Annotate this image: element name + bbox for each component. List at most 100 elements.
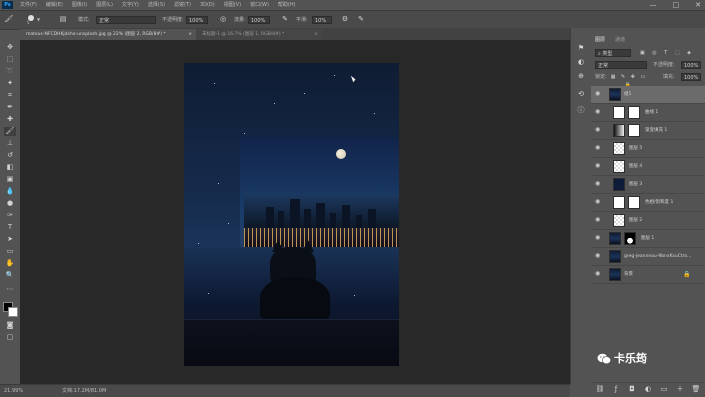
healing-tool-icon[interactable]: ✚ xyxy=(4,115,16,124)
menu-edit[interactable]: 编辑(E) xyxy=(46,0,63,10)
canvas-area[interactable] xyxy=(20,40,570,384)
zoom-tool-icon[interactable]: 🔍 xyxy=(4,271,16,280)
eye-icon[interactable]: ◉ xyxy=(595,199,601,205)
pen-tool-icon[interactable]: ✑ xyxy=(4,211,16,220)
close-icon[interactable]: × xyxy=(314,29,318,40)
airbrush-icon[interactable]: ✎ xyxy=(280,15,290,23)
brush-tool-icon[interactable]: 🖌 xyxy=(4,15,14,23)
info-icon[interactable]: ⓘ xyxy=(576,106,586,114)
stamp-tool-icon[interactable]: ⊥ xyxy=(4,139,16,148)
minimize-button[interactable]: — xyxy=(650,0,657,10)
gradient-tool-icon[interactable]: ▣ xyxy=(4,175,16,184)
hand-tool-icon[interactable]: ✋ xyxy=(4,259,16,268)
gear-icon[interactable]: ⚙ xyxy=(340,15,350,23)
tab-channels[interactable]: 通道 xyxy=(615,36,625,44)
layer-name: 背景 xyxy=(624,272,633,277)
blur-tool-icon[interactable]: 💧 xyxy=(4,187,16,196)
quick-mask-icon[interactable]: ◙ xyxy=(4,321,16,330)
layer-row[interactable]: ◉ 图层 1 xyxy=(591,230,705,248)
lock-icon[interactable]: 🔒 xyxy=(683,271,690,278)
move-tool-icon[interactable]: ✥ xyxy=(4,43,16,52)
pressure-size-icon[interactable]: ✎ xyxy=(356,15,366,23)
trash-icon[interactable]: 🗑 xyxy=(691,385,701,393)
tab-layers[interactable]: 图层 xyxy=(595,36,605,44)
opacity-field[interactable]: 100% xyxy=(186,16,208,24)
layer-row[interactable]: ◉ 组1 xyxy=(591,86,705,104)
layer-row[interactable]: ◉ 背景 🔒 xyxy=(591,266,705,284)
layer-row[interactable]: ◉ greg-jeanneau-9bnxKsuCtro... xyxy=(591,248,705,266)
eye-icon[interactable]: ◉ xyxy=(595,253,601,259)
link-icon[interactable]: ⛓ xyxy=(595,385,605,393)
magic-wand-tool-icon[interactable]: ✦ xyxy=(4,79,16,88)
new-layer-icon[interactable]: ＋ xyxy=(675,385,685,393)
menu-select[interactable]: 选择(S) xyxy=(148,0,165,10)
fx-icon[interactable]: ƒ xyxy=(611,385,621,393)
document-canvas[interactable] xyxy=(184,63,399,366)
menu-file[interactable]: 文件(F) xyxy=(20,0,37,10)
menu-3d[interactable]: 3D(D) xyxy=(200,0,215,10)
menu-window[interactable]: 窗口(W) xyxy=(250,0,269,10)
menu-image[interactable]: 图像(I) xyxy=(72,0,87,10)
eye-icon[interactable]: ◉ xyxy=(595,271,601,277)
more-tools-icon[interactable]: ⋯ xyxy=(4,285,16,294)
menu-type[interactable]: 文字(Y) xyxy=(122,0,139,10)
menu-layer[interactable]: 图层(L) xyxy=(96,0,113,10)
tab-document-1[interactable]: mateus-NFCDHKjdsho-unsplash.jpg @ 22% (图… xyxy=(20,29,196,40)
adjustment-icon[interactable]: ◐ xyxy=(643,385,653,393)
eye-icon[interactable]: ◉ xyxy=(595,127,601,133)
layer-kind-filter[interactable]: ⌕ 类型 xyxy=(595,49,631,57)
layer-row[interactable]: ◉ 色相/饱和度 1 xyxy=(591,194,705,212)
screen-mode-icon[interactable]: ▢ xyxy=(4,333,16,342)
layer-row[interactable]: ◉ 曲线 1 xyxy=(591,104,705,122)
folder-icon[interactable]: ▭ xyxy=(659,385,669,393)
layer-row[interactable]: ◉ 渐变填充 1 xyxy=(591,122,705,140)
tab-document-2[interactable]: 未标题-1 @ 16.7% (图层 1, RGB/8#) * × xyxy=(196,29,322,40)
eye-icon[interactable]: ◉ xyxy=(595,109,601,115)
shape-tool-icon[interactable]: ▭ xyxy=(4,247,16,256)
mask-icon[interactable]: ◘ xyxy=(627,385,637,393)
eye-icon[interactable]: ◉ xyxy=(595,163,601,169)
menu-view[interactable]: 视图(V) xyxy=(224,0,241,10)
marquee-tool-icon[interactable]: ⬚ xyxy=(4,55,16,64)
lasso-tool-icon[interactable]: ➰ xyxy=(4,67,16,76)
menu-help[interactable]: 帮助(H) xyxy=(278,0,296,10)
blend-mode-select[interactable]: 正常 xyxy=(595,61,647,69)
mode-select[interactable]: 正常 xyxy=(96,16,156,24)
eye-icon[interactable]: ◉ xyxy=(595,217,601,223)
history-icon[interactable]: ⟲ xyxy=(576,90,586,98)
type-tool-icon[interactable]: T xyxy=(4,223,16,232)
fill-field[interactable]: 100% xyxy=(681,73,701,81)
menu-filter[interactable]: 滤镜(T) xyxy=(174,0,191,10)
eye-icon[interactable]: ◉ xyxy=(595,145,601,151)
flow-field[interactable]: 100% xyxy=(248,16,270,24)
eye-icon[interactable]: ◉ xyxy=(595,91,601,97)
libraries-icon[interactable]: ⊕ xyxy=(576,72,586,80)
maximize-button[interactable]: □ xyxy=(673,0,680,10)
eye-icon[interactable]: ◉ xyxy=(595,235,601,241)
close-icon[interactable]: × xyxy=(188,29,192,40)
smoothing-field[interactable]: 10% xyxy=(312,16,332,24)
eyedropper-tool-icon[interactable]: ✒ xyxy=(4,103,16,112)
brush-panel-icon[interactable]: ▤ xyxy=(58,15,68,23)
layer-row[interactable]: ◉ 图层 5 xyxy=(591,140,705,158)
zoom-level[interactable]: 21.99% xyxy=(4,387,23,395)
layer-row[interactable]: ◉ 图层 2 xyxy=(591,212,705,230)
filter-icons[interactable]: ▣ ◎ T ⬚ ◈ xyxy=(637,49,697,57)
layer-name: 色相/饱和度 1 xyxy=(645,200,674,205)
layer-row[interactable]: ◉ 图层 4 xyxy=(591,158,705,176)
eraser-tool-icon[interactable]: ◧ xyxy=(4,163,16,172)
history-brush-tool-icon[interactable]: ↺ xyxy=(4,151,16,160)
properties-icon[interactable]: ⚑ xyxy=(576,44,586,52)
brush-preset-picker[interactable]: 5 ▼ xyxy=(22,14,44,25)
layer-row[interactable]: ◉ 图层 3 xyxy=(591,176,705,194)
eye-icon[interactable]: ◉ xyxy=(595,181,601,187)
adjustments-icon[interactable]: ◐ xyxy=(576,58,586,66)
crop-tool-icon[interactable]: ⌗ xyxy=(4,91,16,100)
pressure-opacity-icon[interactable]: ◎ xyxy=(218,15,228,23)
background-color-swatch[interactable] xyxy=(8,307,18,317)
path-select-tool-icon[interactable]: ➤ xyxy=(4,235,16,244)
layer-opacity-field[interactable]: 100% xyxy=(681,61,701,69)
dodge-tool-icon[interactable]: ● xyxy=(4,199,16,208)
brush-tool-icon[interactable]: 🖌 xyxy=(4,127,16,136)
close-button[interactable]: ✕ xyxy=(695,0,701,10)
